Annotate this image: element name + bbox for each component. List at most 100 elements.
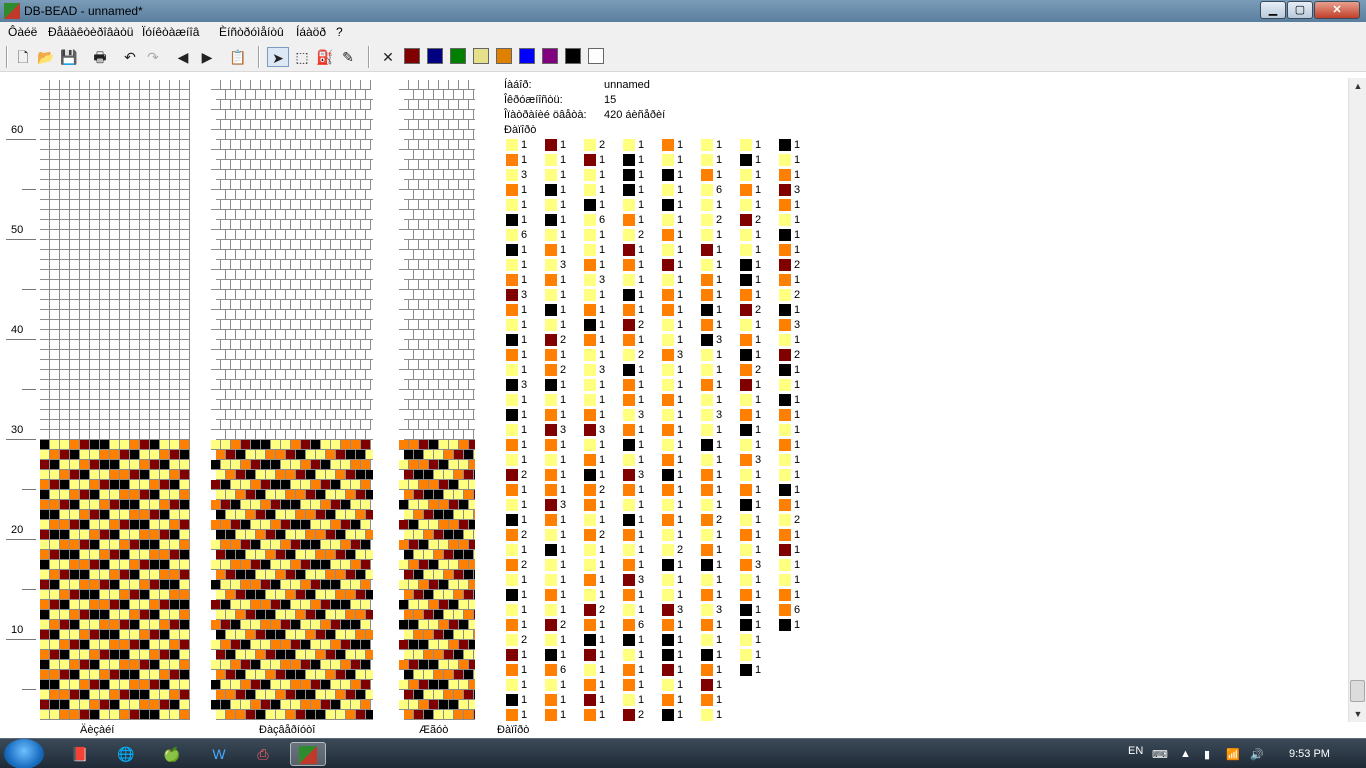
bead-cell[interactable] bbox=[110, 530, 120, 540]
bead-cell[interactable] bbox=[246, 490, 256, 500]
bead-cell[interactable] bbox=[236, 510, 246, 520]
bead-cell[interactable] bbox=[140, 690, 150, 700]
bead-cell[interactable] bbox=[120, 520, 130, 530]
bead-cell[interactable] bbox=[180, 470, 190, 480]
bead-cell[interactable] bbox=[336, 570, 346, 580]
scroll-down-icon[interactable]: ▼ bbox=[1349, 706, 1366, 722]
bead-cell[interactable] bbox=[414, 290, 424, 300]
bead-cell[interactable] bbox=[246, 290, 256, 300]
bead-cell[interactable] bbox=[80, 510, 90, 520]
bead-cell[interactable] bbox=[140, 260, 150, 270]
bead-cell[interactable] bbox=[251, 220, 261, 230]
bead-cell[interactable] bbox=[261, 600, 271, 610]
bead-cell[interactable] bbox=[356, 350, 366, 360]
bead-cell[interactable] bbox=[341, 220, 351, 230]
bead-cell[interactable] bbox=[346, 270, 356, 280]
bead-cell[interactable] bbox=[241, 600, 251, 610]
bead-cell[interactable] bbox=[474, 210, 475, 220]
bead-cell[interactable] bbox=[281, 460, 291, 470]
bead-cell[interactable] bbox=[449, 180, 459, 190]
bead-cell[interactable] bbox=[464, 250, 474, 260]
bead-cell[interactable] bbox=[60, 270, 70, 280]
bead-cell[interactable] bbox=[326, 510, 336, 520]
bead-cell[interactable] bbox=[50, 450, 60, 460]
bead-cell[interactable] bbox=[70, 170, 80, 180]
bead-cell[interactable] bbox=[226, 370, 236, 380]
book-icon[interactable]: 📕 bbox=[62, 742, 98, 766]
bead-cell[interactable] bbox=[170, 160, 180, 170]
bead-cell[interactable] bbox=[276, 510, 286, 520]
bead-cell[interactable] bbox=[70, 260, 80, 270]
bead-cell[interactable] bbox=[361, 260, 371, 270]
bead-cell[interactable] bbox=[464, 670, 474, 680]
bead-cell[interactable] bbox=[281, 260, 291, 270]
bead-cell[interactable] bbox=[170, 690, 180, 700]
bead-cell[interactable] bbox=[40, 610, 50, 620]
bead-cell[interactable] bbox=[356, 90, 366, 100]
bead-cell[interactable] bbox=[160, 580, 170, 590]
bead-cell[interactable] bbox=[424, 370, 434, 380]
bead-cell[interactable] bbox=[60, 460, 70, 470]
bead-cell[interactable] bbox=[231, 80, 241, 90]
bead-cell[interactable] bbox=[80, 460, 90, 470]
bead-cell[interactable] bbox=[361, 680, 371, 690]
bead-cell[interactable] bbox=[409, 320, 419, 330]
bead-cell[interactable] bbox=[90, 550, 100, 560]
bead-cell[interactable] bbox=[221, 400, 231, 410]
bead-cell[interactable] bbox=[130, 180, 140, 190]
bead-cell[interactable] bbox=[296, 430, 306, 440]
bead-cell[interactable] bbox=[221, 480, 231, 490]
bead-cell[interactable] bbox=[120, 380, 130, 390]
bead-cell[interactable] bbox=[70, 690, 80, 700]
bead-cell[interactable] bbox=[336, 530, 346, 540]
bead-cell[interactable] bbox=[256, 110, 266, 120]
bead-cell[interactable] bbox=[399, 460, 409, 470]
bead-cell[interactable] bbox=[140, 480, 150, 490]
bead-cell[interactable] bbox=[424, 330, 434, 340]
bead-cell[interactable] bbox=[429, 400, 439, 410]
bead-cell[interactable] bbox=[40, 260, 50, 270]
bead-cell[interactable] bbox=[444, 530, 454, 540]
bead-cell[interactable] bbox=[130, 160, 140, 170]
bead-cell[interactable] bbox=[110, 270, 120, 280]
bead-cell[interactable] bbox=[140, 590, 150, 600]
bead-cell[interactable] bbox=[90, 310, 100, 320]
bead-cell[interactable] bbox=[246, 590, 256, 600]
bead-cell[interactable] bbox=[336, 90, 346, 100]
bead-cell[interactable] bbox=[326, 470, 336, 480]
bead-cell[interactable] bbox=[469, 640, 475, 650]
bead-cell[interactable] bbox=[100, 450, 110, 460]
bead-cell[interactable] bbox=[80, 550, 90, 560]
bead-cell[interactable] bbox=[50, 170, 60, 180]
bead-cell[interactable] bbox=[50, 500, 60, 510]
bead-cell[interactable] bbox=[316, 670, 326, 680]
bead-cell[interactable] bbox=[429, 160, 439, 170]
bead-cell[interactable] bbox=[70, 570, 80, 580]
bead-cell[interactable] bbox=[150, 550, 160, 560]
bead-cell[interactable] bbox=[150, 590, 160, 600]
bead-cell[interactable] bbox=[100, 680, 110, 690]
bead-cell[interactable] bbox=[291, 440, 301, 450]
bead-cell[interactable] bbox=[170, 390, 180, 400]
bead-cell[interactable] bbox=[301, 640, 311, 650]
bead-cell[interactable] bbox=[70, 370, 80, 380]
bead-cell[interactable] bbox=[140, 670, 150, 680]
bead-cell[interactable] bbox=[276, 590, 286, 600]
bead-cell[interactable] bbox=[110, 510, 120, 520]
bead-cell[interactable] bbox=[281, 440, 291, 450]
bead-cell[interactable] bbox=[70, 240, 80, 250]
bead-cell[interactable] bbox=[180, 580, 190, 590]
bead-cell[interactable] bbox=[341, 500, 351, 510]
bead-cell[interactable] bbox=[120, 570, 130, 580]
bead-cell[interactable] bbox=[40, 240, 50, 250]
bead-cell[interactable] bbox=[50, 490, 60, 500]
bead-cell[interactable] bbox=[170, 280, 180, 290]
bead-cell[interactable] bbox=[351, 480, 361, 490]
bead-cell[interactable] bbox=[150, 680, 160, 690]
bead-cell[interactable] bbox=[286, 590, 296, 600]
bead-cell[interactable] bbox=[231, 260, 241, 270]
bead-cell[interactable] bbox=[246, 630, 256, 640]
bead-cell[interactable] bbox=[469, 540, 475, 550]
bead-cell[interactable] bbox=[286, 350, 296, 360]
bead-cell[interactable] bbox=[454, 590, 464, 600]
